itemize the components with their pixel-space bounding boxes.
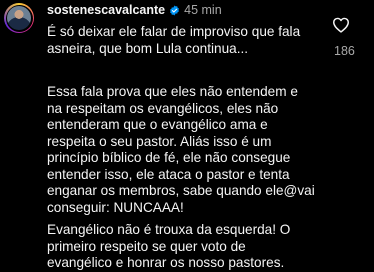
avatar-photo [7, 6, 31, 30]
comment-paragraph: Evangélico não é trouxa da esquerda! O p… [47, 222, 291, 270]
heart-outline-icon[interactable] [332, 17, 350, 33]
like-count: 186 [334, 44, 355, 58]
comment-paragraph: É só deixar ele falar de improviso que f… [47, 24, 301, 56]
comment-timestamp: 45 min [184, 3, 222, 17]
comment-header: sostenescavalcante 45 min [47, 0, 327, 20]
comment-content: sostenescavalcante 45 min É só deixar el… [47, 0, 327, 272]
username-link[interactable]: sostenescavalcante [47, 0, 165, 20]
avatar[interactable] [4, 3, 34, 33]
comment: sostenescavalcante 45 min É só deixar el… [0, 0, 374, 270]
verified-badge-icon [170, 4, 180, 16]
avatar-ring [5, 4, 33, 32]
comment-paragraph: Essa fala prova que eles não entendem e … [47, 84, 315, 215]
